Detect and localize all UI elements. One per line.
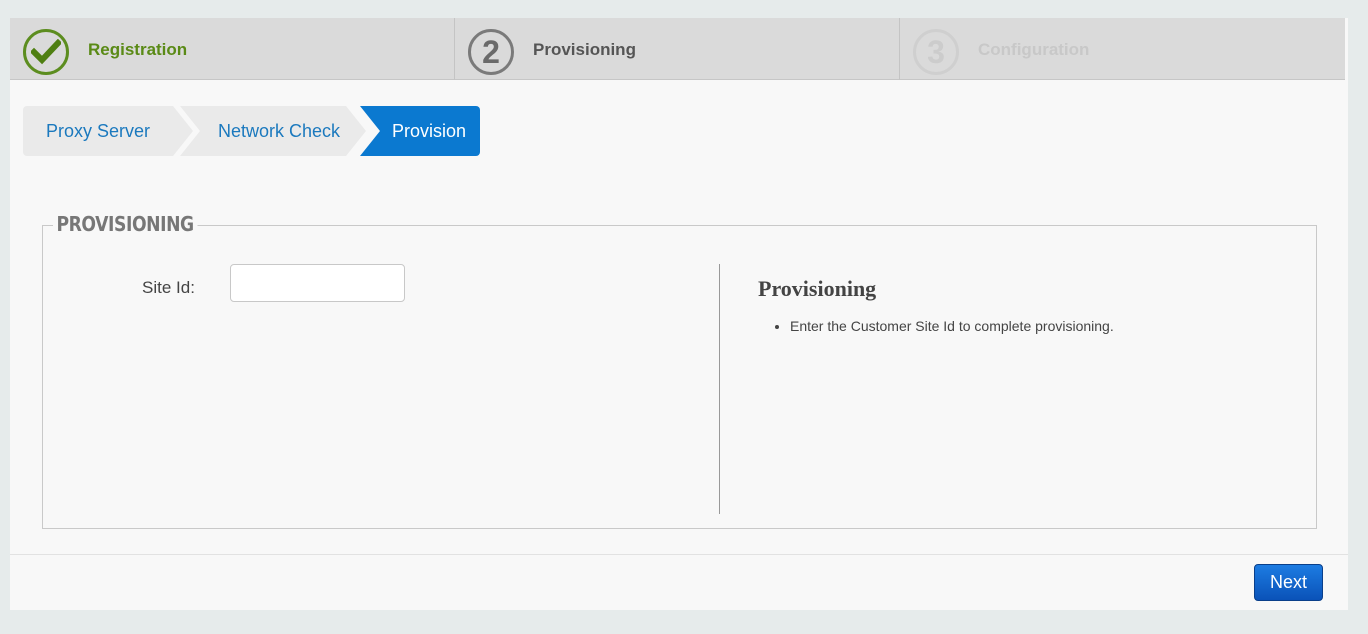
step-configuration: 3 Configuration xyxy=(900,18,1345,80)
substep-network-check[interactable]: Network Check xyxy=(180,106,366,156)
step-label: Registration xyxy=(88,40,188,59)
provisioning-wizard: Registration 2 Provisioning 3 Configurat… xyxy=(10,18,1348,610)
substep-proxy-server[interactable]: Proxy Server xyxy=(23,106,193,156)
step-number-circle: 3 xyxy=(913,29,959,75)
provisioning-fieldset: PROVISIONING Site Id: Provisioning Enter… xyxy=(42,212,1317,529)
help-list: Enter the Customer Site Id to complete p… xyxy=(776,318,1114,334)
site-id-label: Site Id: xyxy=(142,278,195,297)
step-provisioning[interactable]: 2 Provisioning xyxy=(455,18,900,80)
help-title: Provisioning xyxy=(758,276,877,301)
help-item: Enter the Customer Site Id to complete p… xyxy=(790,318,1114,334)
fieldset-legend: PROVISIONING xyxy=(53,212,198,236)
step-number-circle: 2 xyxy=(468,29,514,75)
step-label: Configuration xyxy=(978,40,1090,59)
step-registration[interactable]: Registration xyxy=(10,18,455,80)
check-icon xyxy=(31,39,61,65)
footer-divider xyxy=(10,554,1348,555)
site-id-input[interactable] xyxy=(230,264,405,302)
step-label: Provisioning xyxy=(533,40,636,59)
substep-provision[interactable]: Provision xyxy=(360,106,480,156)
wizard-step-bar: Registration 2 Provisioning 3 Configurat… xyxy=(10,18,1345,80)
step-complete-circle xyxy=(23,29,69,75)
next-button[interactable]: Next xyxy=(1254,564,1323,601)
panel-divider xyxy=(719,264,720,514)
